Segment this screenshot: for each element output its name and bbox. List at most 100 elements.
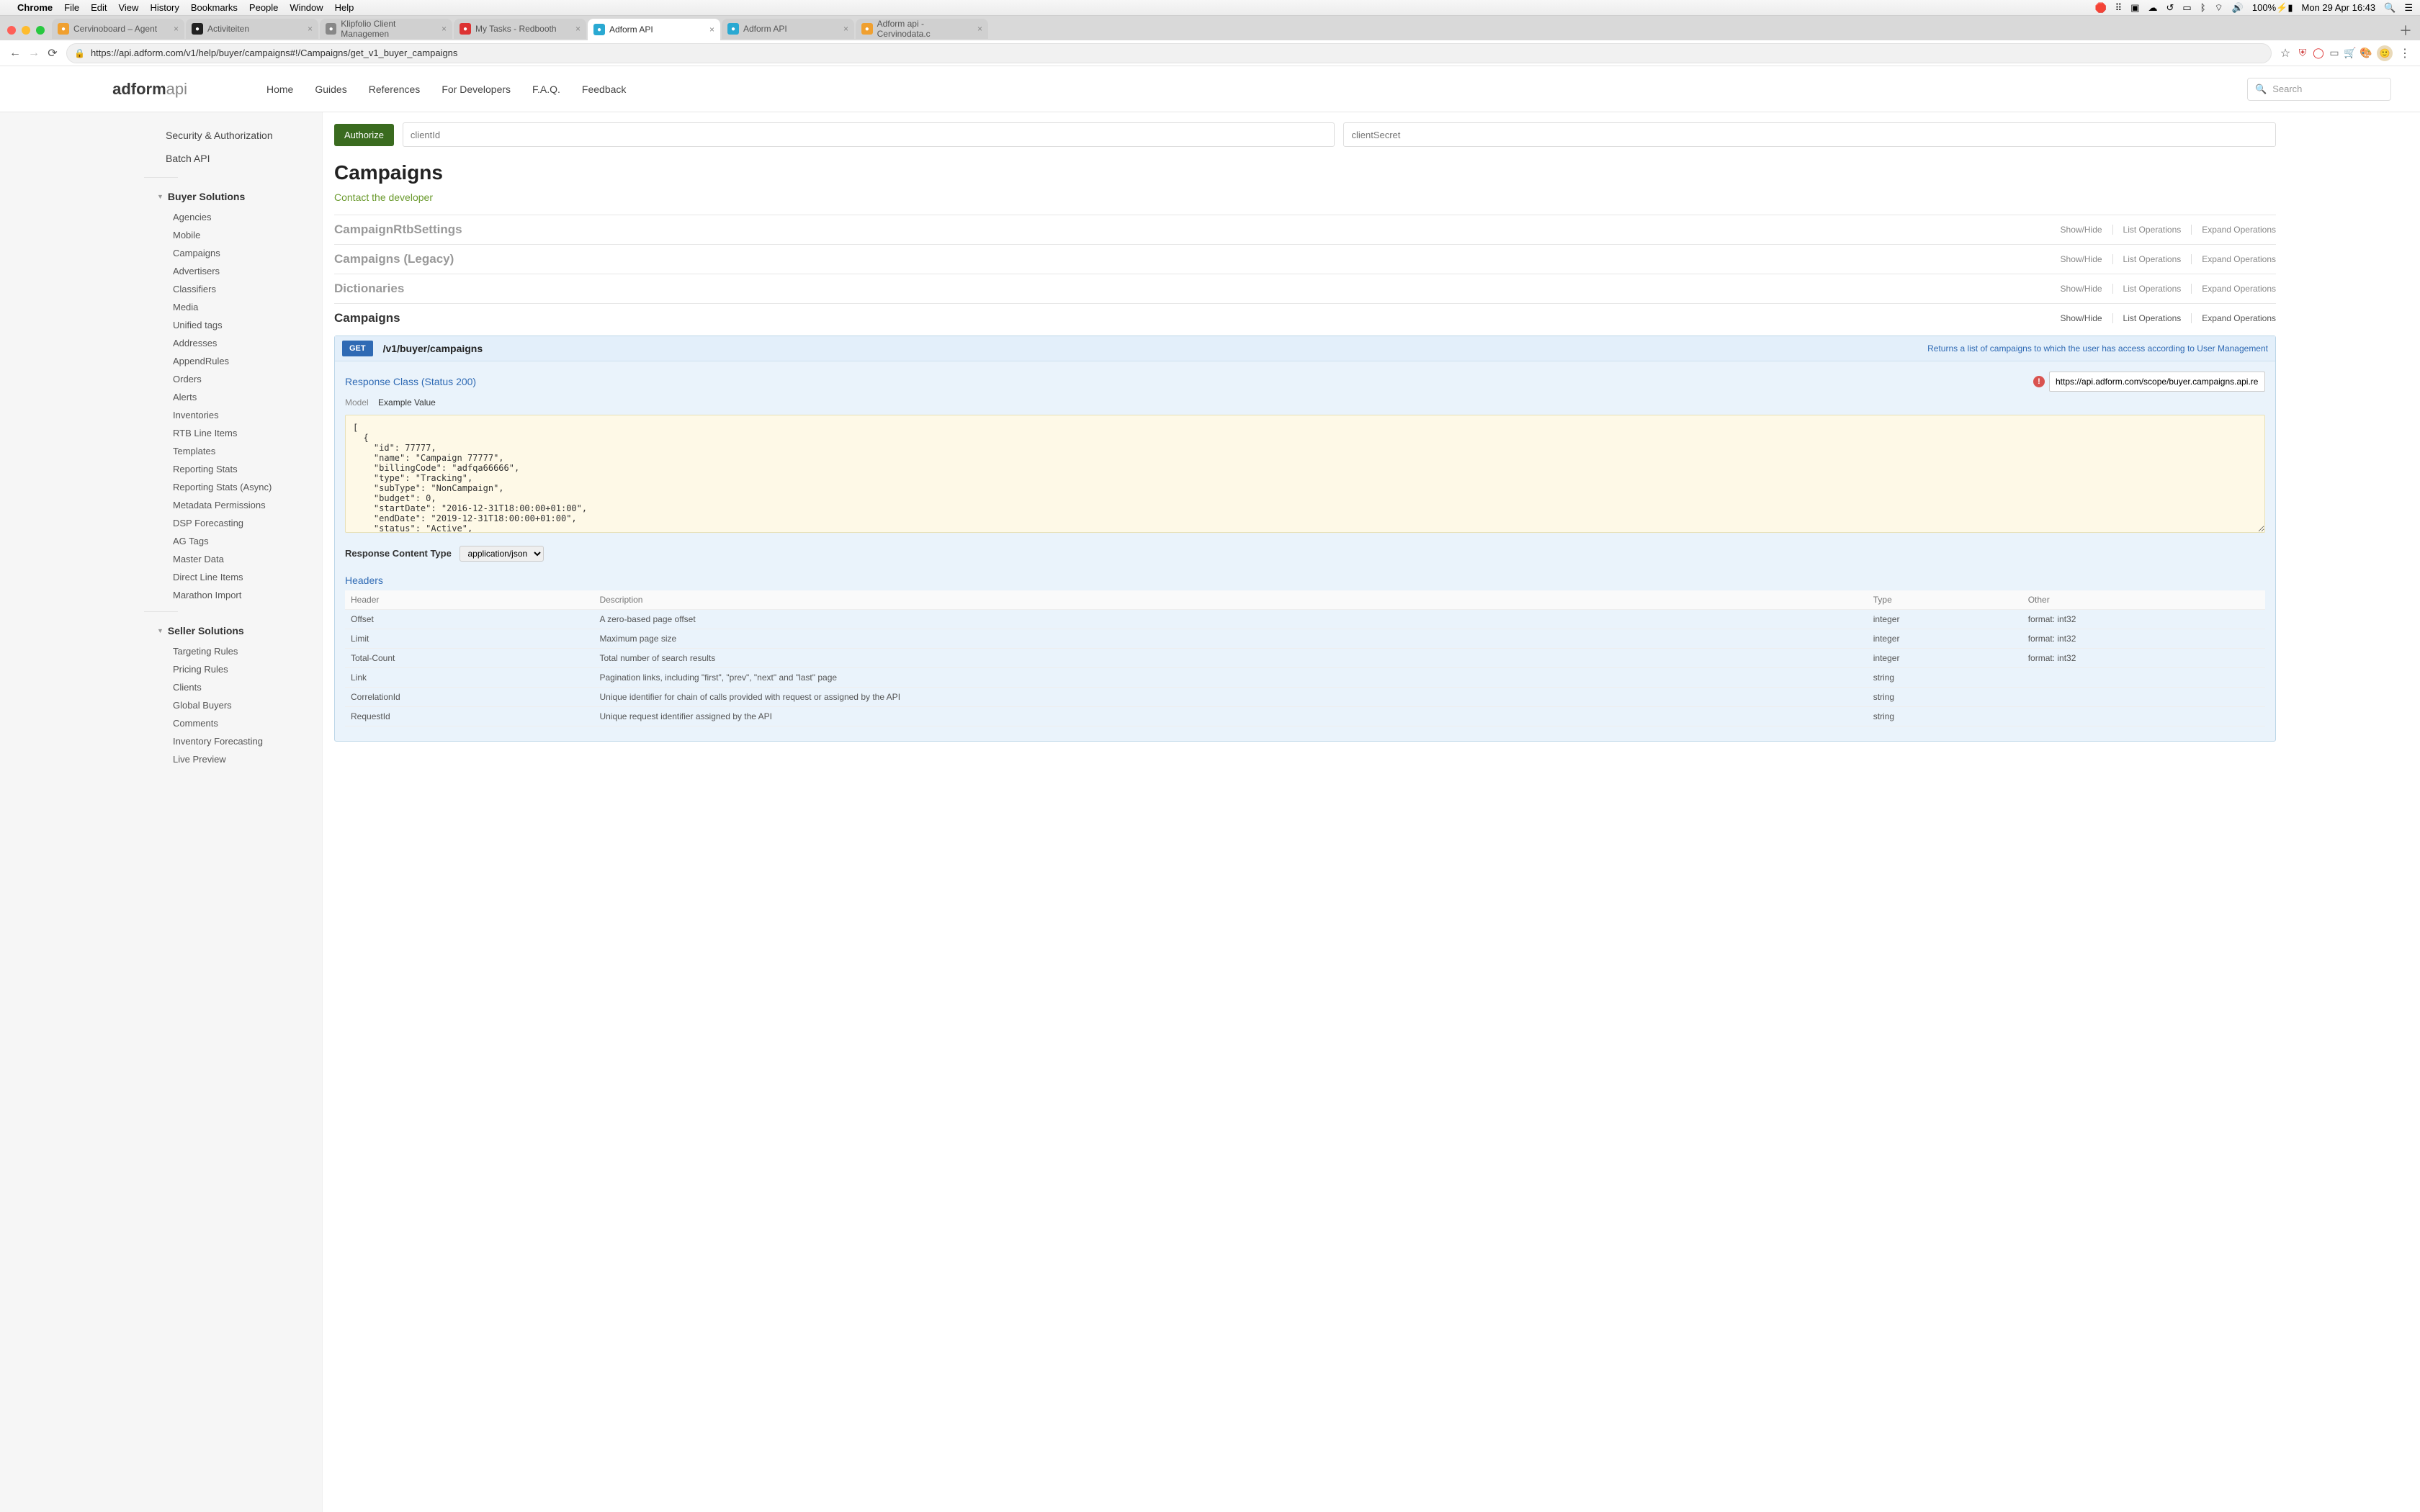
ext-color-icon[interactable]: 🎨 <box>2358 47 2374 59</box>
op-list[interactable]: List Operations <box>2112 225 2182 235</box>
sidebar-batch-api[interactable]: Batch API <box>0 147 322 170</box>
status-app-icon[interactable]: ▣ <box>2130 2 2139 14</box>
browser-tab[interactable]: ● Klipfolio Client Managemen × <box>320 19 452 39</box>
sidebar-item[interactable]: AppendRules <box>0 352 322 370</box>
nav-feedback[interactable]: Feedback <box>582 84 626 95</box>
sidebar-item[interactable]: Reporting Stats (Async) <box>0 478 322 496</box>
menu-edit[interactable]: Edit <box>91 2 107 13</box>
browser-tab[interactable]: ● My Tasks - Redbooth × <box>454 19 586 39</box>
rct-select[interactable]: application/json <box>460 546 544 562</box>
op-list[interactable]: List Operations <box>2112 254 2182 264</box>
tab-model[interactable]: Model <box>345 397 369 408</box>
endpoint-header[interactable]: GET /v1/buyer/campaigns Returns a list o… <box>335 336 2275 361</box>
forward-button[interactable]: → <box>24 47 43 60</box>
tab-close-icon[interactable]: × <box>843 24 848 34</box>
api-section[interactable]: Campaigns (Legacy) Show/Hide List Operat… <box>334 244 2276 274</box>
browser-tab[interactable]: ● Adform API × <box>722 19 854 39</box>
tab-close-icon[interactable]: × <box>442 24 447 34</box>
status-clock[interactable]: Mon 29 Apr 16:43 <box>2302 2 2376 13</box>
scope-warning-icon[interactable]: ! <box>2033 376 2045 387</box>
sidebar-item[interactable]: DSP Forecasting <box>0 514 322 532</box>
nav-home[interactable]: Home <box>266 84 293 95</box>
chrome-menu-button[interactable]: ⋮ <box>2396 46 2414 60</box>
sidebar-cat-buyer[interactable]: ▼Buyer Solutions <box>0 185 322 208</box>
sidebar-item[interactable]: Templates <box>0 442 322 460</box>
client-secret-input[interactable] <box>1343 122 2276 147</box>
sidebar-item[interactable]: Classifiers <box>0 280 322 298</box>
status-airplay-icon[interactable]: ▭ <box>2182 2 2191 14</box>
nav-guides[interactable]: Guides <box>315 84 346 95</box>
browser-tab[interactable]: ● Activiteiten × <box>186 19 318 39</box>
op-showhide[interactable]: Show/Hide <box>2061 284 2102 294</box>
sidebar-item[interactable]: Targeting Rules <box>0 642 322 660</box>
tab-close-icon[interactable]: × <box>977 24 982 34</box>
address-bar[interactable]: 🔒 https://api.adform.com/v1/help/buyer/c… <box>66 43 2272 63</box>
sidebar-item[interactable]: Marathon Import <box>0 586 322 604</box>
sidebar-security[interactable]: Security & Authorization <box>0 124 322 147</box>
sidebar-item[interactable]: RTB Line Items <box>0 424 322 442</box>
ext-shopping-icon[interactable]: 🛒 <box>2342 47 2358 59</box>
api-section[interactable]: CampaignRtbSettings Show/Hide List Opera… <box>334 215 2276 244</box>
site-logo[interactable]: adformapi <box>0 80 209 99</box>
app-name[interactable]: Chrome <box>17 2 53 13</box>
menu-window[interactable]: Window <box>290 2 323 13</box>
menu-help[interactable]: Help <box>335 2 354 13</box>
sidebar-item[interactable]: Reporting Stats <box>0 460 322 478</box>
status-spotlight-icon[interactable]: 🔍 <box>2384 2 2396 14</box>
sidebar-item[interactable]: Live Preview <box>0 750 322 768</box>
response-example[interactable]: [ { "id": 77777, "name": "Campaign 77777… <box>345 415 2265 533</box>
new-tab-button[interactable]: ＋ <box>2396 20 2416 40</box>
nav-references[interactable]: References <box>369 84 421 95</box>
sidebar-item[interactable]: Addresses <box>0 334 322 352</box>
tab-example-value[interactable]: Example Value <box>378 397 436 408</box>
sidebar-item[interactable]: Master Data <box>0 550 322 568</box>
op-showhide[interactable]: Show/Hide <box>2061 254 2102 264</box>
menu-view[interactable]: View <box>118 2 138 13</box>
op-showhide[interactable]: Show/Hide <box>2061 313 2102 323</box>
sidebar-item[interactable]: Pricing Rules <box>0 660 322 678</box>
window-minimize-button[interactable] <box>22 26 30 35</box>
sidebar-item[interactable]: Inventories <box>0 406 322 424</box>
contact-developer-link[interactable]: Contact the developer <box>334 192 433 203</box>
browser-tab[interactable]: ● Adform API × <box>588 19 720 40</box>
api-section[interactable]: Dictionaries Show/Hide List Operations E… <box>334 274 2276 303</box>
sidebar-item[interactable]: Clients <box>0 678 322 696</box>
sidebar-item[interactable]: Media <box>0 298 322 316</box>
status-wifi-icon[interactable]: ⌔ <box>2215 2 2223 14</box>
authorize-button[interactable]: Authorize <box>334 124 394 146</box>
nav-faq[interactable]: F.A.Q. <box>532 84 560 95</box>
status-bluetooth-icon[interactable]: ᛒ <box>2200 2 2206 13</box>
client-id-input[interactable] <box>403 122 1335 147</box>
op-expand[interactable]: Expand Operations <box>2191 225 2276 235</box>
sidebar-item[interactable]: Comments <box>0 714 322 732</box>
sidebar-item[interactable]: Global Buyers <box>0 696 322 714</box>
sidebar-item[interactable]: Alerts <box>0 388 322 406</box>
op-showhide[interactable]: Show/Hide <box>2061 225 2102 235</box>
status-volume-icon[interactable]: 🔊 <box>2232 2 2244 14</box>
status-cloud-icon[interactable]: ☁ <box>2148 2 2157 14</box>
window-close-button[interactable] <box>7 26 16 35</box>
op-expand[interactable]: Expand Operations <box>2191 254 2276 264</box>
back-button[interactable]: ← <box>6 47 24 60</box>
sidebar-item[interactable]: Mobile <box>0 226 322 244</box>
tab-close-icon[interactable]: × <box>709 24 714 35</box>
nav-for-developers[interactable]: For Developers <box>442 84 511 95</box>
status-battery[interactable]: 100% ⚡▮ <box>2252 2 2293 14</box>
sidebar-item[interactable]: Campaigns <box>0 244 322 262</box>
sidebar-cat-seller[interactable]: ▼Seller Solutions <box>0 619 322 642</box>
reload-button[interactable]: ⟳ <box>43 46 62 60</box>
sidebar-item[interactable]: AG Tags <box>0 532 322 550</box>
op-list[interactable]: List Operations <box>2112 313 2182 323</box>
tab-close-icon[interactable]: × <box>575 24 581 34</box>
status-sync-icon[interactable]: ↺ <box>2166 2 2174 14</box>
status-1password-icon[interactable]: 🛑 <box>2094 2 2106 14</box>
tab-close-icon[interactable]: × <box>308 24 313 34</box>
status-dropbox-icon[interactable]: ⠿ <box>2115 2 2123 14</box>
profile-avatar[interactable]: 🙂 <box>2377 45 2393 61</box>
ext-adblock-icon[interactable]: ◯ <box>2311 47 2326 59</box>
ext-reader-icon[interactable]: ▭ <box>2326 47 2342 59</box>
sidebar-item[interactable]: Unified tags <box>0 316 322 334</box>
window-zoom-button[interactable] <box>36 26 45 35</box>
op-expand[interactable]: Expand Operations <box>2191 313 2276 323</box>
sidebar-item[interactable]: Advertisers <box>0 262 322 280</box>
